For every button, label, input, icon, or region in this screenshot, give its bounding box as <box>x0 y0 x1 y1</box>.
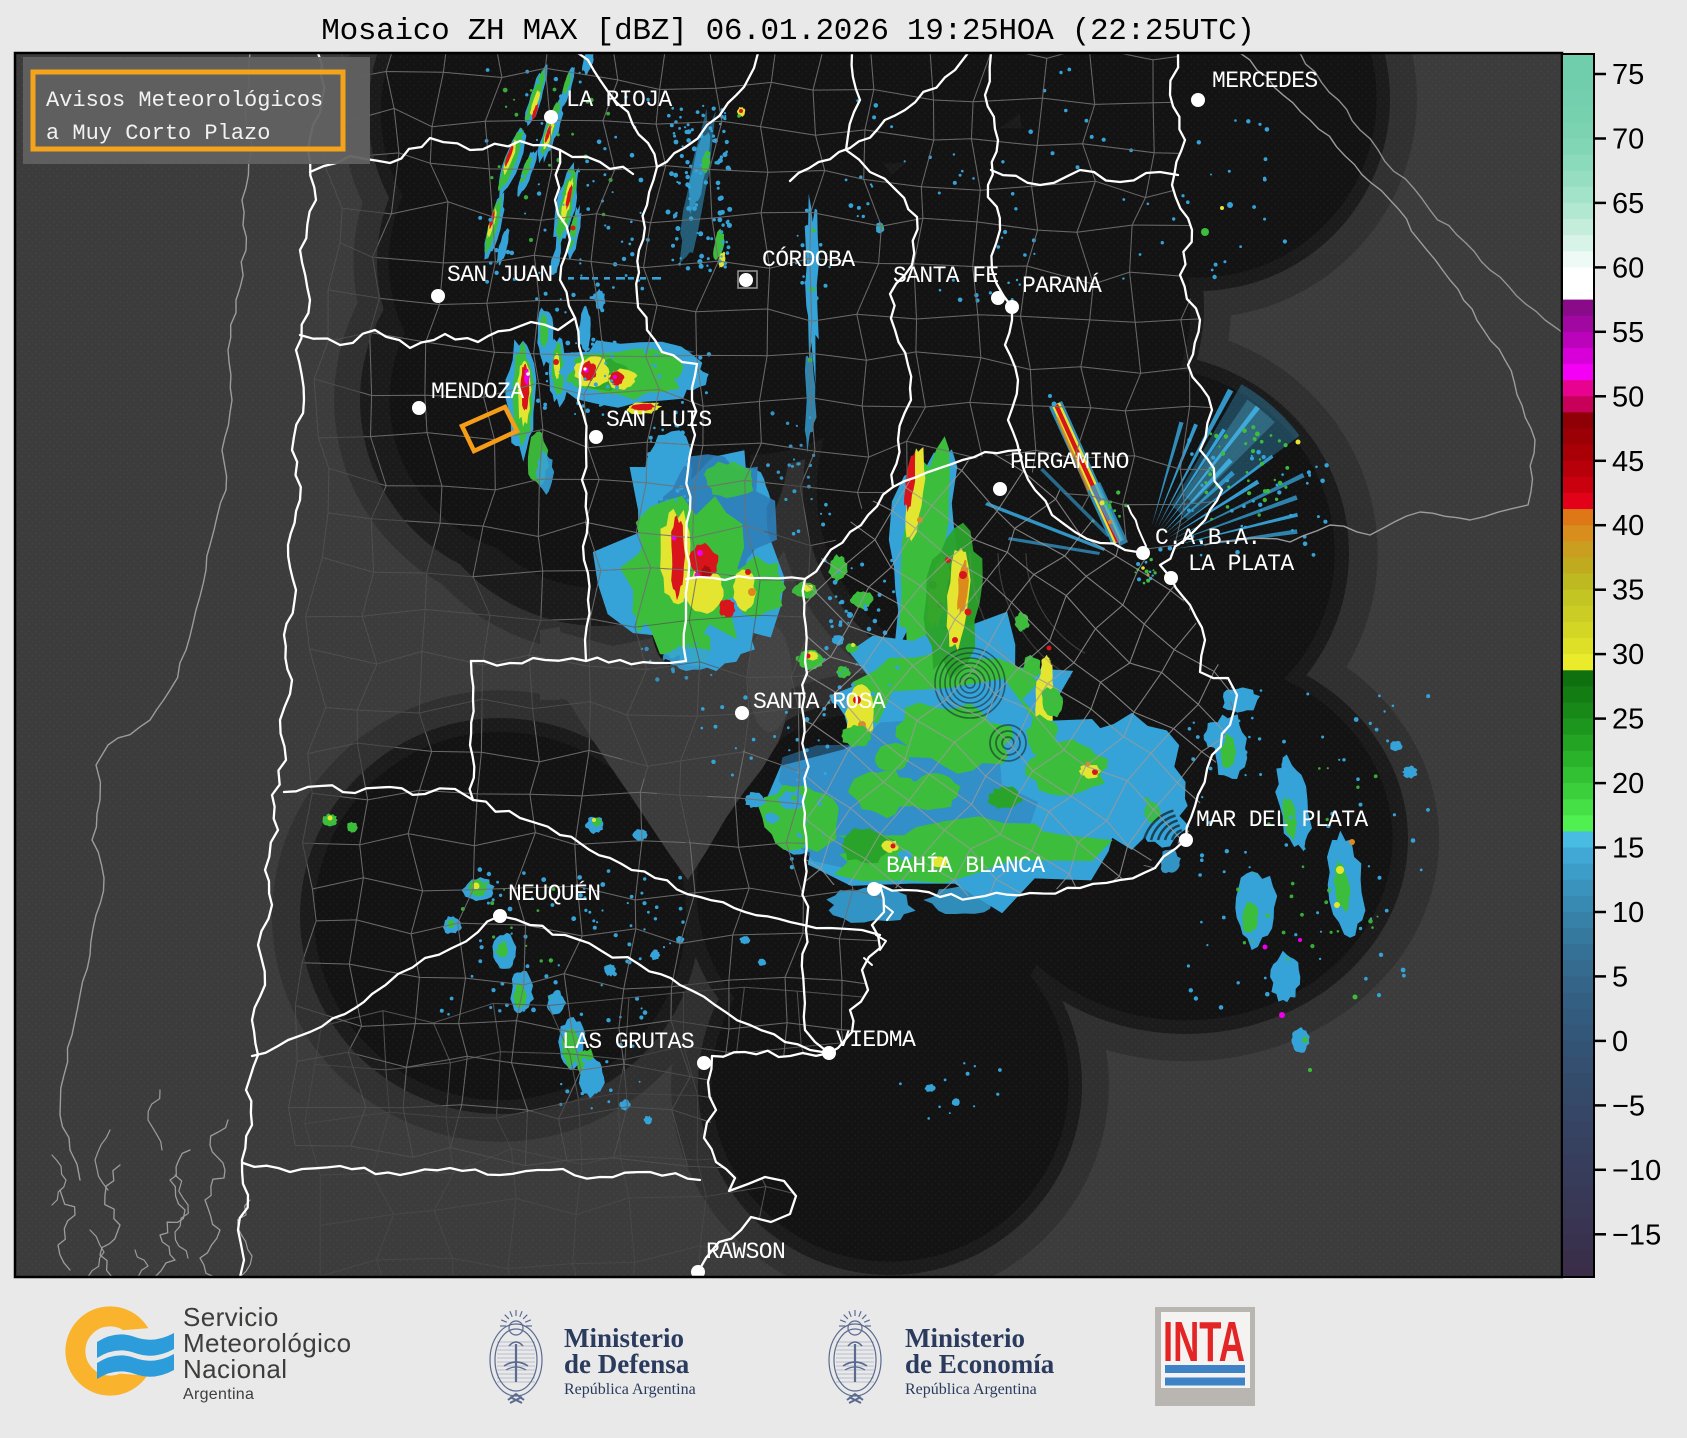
svg-text:LA RIOJA: LA RIOJA <box>566 87 672 113</box>
svg-text:50: 50 <box>1612 381 1644 413</box>
svg-text:República Argentina: República Argentina <box>564 1381 696 1398</box>
svg-text:Avisos Meteorológicos: Avisos Meteorológicos <box>46 88 323 113</box>
svg-text:35: 35 <box>1612 575 1644 607</box>
svg-text:40: 40 <box>1612 510 1644 542</box>
svg-text:−5: −5 <box>1612 1090 1645 1122</box>
svg-text:LA PLATA: LA PLATA <box>1188 551 1294 577</box>
svg-text:30: 30 <box>1612 639 1644 671</box>
svg-text:15: 15 <box>1612 833 1644 865</box>
svg-text:70: 70 <box>1612 124 1644 156</box>
svg-text:CÓRDOBA: CÓRDOBA <box>762 245 855 273</box>
svg-text:de Economía: de Economía <box>905 1349 1055 1379</box>
svg-text:República Argentina: República Argentina <box>905 1381 1037 1398</box>
svg-text:45: 45 <box>1612 446 1644 478</box>
svg-text:55: 55 <box>1612 317 1644 349</box>
svg-text:VIEDMA: VIEDMA <box>836 1027 916 1053</box>
svg-text:RAWSON: RAWSON <box>706 1239 785 1265</box>
svg-text:Nacional: Nacional <box>183 1354 287 1384</box>
svg-text:SANTA FE: SANTA FE <box>893 263 999 289</box>
svg-text:MAR DEL PLATA: MAR DEL PLATA <box>1196 807 1368 833</box>
svg-text:SANTA ROSA: SANTA ROSA <box>753 689 886 715</box>
svg-text:NEUQUÉN: NEUQUÉN <box>508 880 600 907</box>
svg-text:de Defensa: de Defensa <box>564 1349 690 1379</box>
svg-text:5: 5 <box>1612 961 1628 993</box>
svg-text:SAN JUAN: SAN JUAN <box>447 262 553 288</box>
svg-text:MENDOZA: MENDOZA <box>431 379 524 405</box>
svg-text:65: 65 <box>1612 188 1644 220</box>
svg-text:−15: −15 <box>1612 1219 1661 1251</box>
svg-text:20: 20 <box>1612 768 1644 800</box>
svg-text:MERCEDES: MERCEDES <box>1212 68 1318 94</box>
svg-text:a Muy Corto Plazo: a Muy Corto Plazo <box>46 121 270 146</box>
svg-text:PERGAMINO: PERGAMINO <box>1010 449 1129 475</box>
svg-text:10: 10 <box>1612 897 1644 929</box>
svg-text:Argentina: Argentina <box>183 1386 254 1403</box>
svg-text:BAHÍA BLANCA: BAHÍA BLANCA <box>886 852 1045 879</box>
svg-text:Mosaico ZH MAX [dBZ] 06.01.202: Mosaico ZH MAX [dBZ] 06.01.2026 19:25HOA… <box>321 14 1254 49</box>
svg-text:LAS GRUTAS: LAS GRUTAS <box>562 1029 694 1055</box>
svg-text:INTA: INTA <box>1163 1310 1245 1374</box>
svg-text:60: 60 <box>1612 252 1644 284</box>
svg-text:0: 0 <box>1612 1026 1628 1058</box>
svg-text:PARANÁ: PARANÁ <box>1022 272 1102 299</box>
svg-text:75: 75 <box>1612 59 1644 91</box>
svg-text:SAN LUIS: SAN LUIS <box>606 407 712 433</box>
svg-text:25: 25 <box>1612 704 1644 736</box>
svg-text:−10: −10 <box>1612 1155 1661 1187</box>
svg-text:C.A.B.A.: C.A.B.A. <box>1155 525 1261 551</box>
